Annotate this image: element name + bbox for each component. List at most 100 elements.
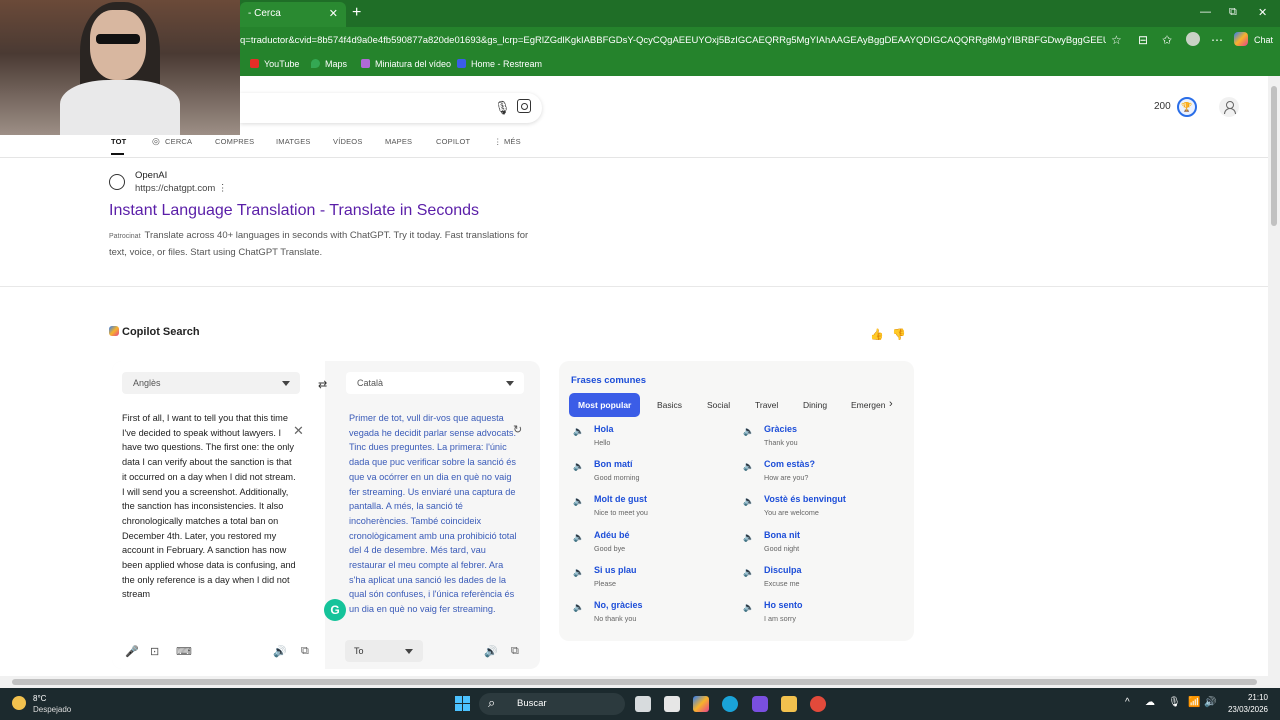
search-input[interactable]: 🎙 [240, 93, 542, 123]
speaker-icon[interactable]: 🔈 [573, 567, 584, 578]
tab-images[interactable]: IMATGES [276, 137, 311, 146]
ad-site-name: OpenAI [135, 170, 168, 181]
microphone-icon[interactable]: 🎤 [125, 645, 139, 658]
youtube-icon [250, 59, 259, 68]
url-field[interactable]: q=traductor&cvid=8b574f4d9a0e4fb590877a8… [240, 35, 1106, 46]
minimize-button[interactable]: — [1200, 6, 1211, 18]
speaker-icon[interactable]: 🔈 [743, 532, 754, 543]
camera-translate-icon[interactable]: ⊡ [150, 645, 159, 658]
category-dining[interactable]: Dining [803, 393, 827, 417]
tab-close-icon[interactable]: ✕ [329, 7, 338, 20]
tab-videos[interactable]: VÍDEOS [333, 137, 363, 146]
speaker-icon[interactable]: 🔈 [743, 461, 754, 472]
recording-app-icon[interactable] [810, 696, 826, 712]
bookmark-restream[interactable]: Home - Restream [457, 59, 542, 69]
copilot-icon[interactable] [1234, 32, 1248, 46]
keyboard-icon[interactable]: ⌨ [176, 645, 192, 658]
copilot-search-icon: ◎ [152, 136, 161, 146]
rewards-icon[interactable]: 🏆 [1177, 97, 1197, 117]
chevron-up-icon[interactable]: ^ [1125, 697, 1130, 708]
visual-search-icon[interactable] [517, 99, 531, 113]
scrollbar-thumb[interactable] [1271, 86, 1277, 226]
weather-moon-icon[interactable] [12, 696, 26, 710]
swap-languages-icon[interactable]: ⇄ [318, 378, 327, 391]
source-language-select[interactable]: Anglès [122, 372, 300, 394]
taskbar-search[interactable]: Buscar [479, 693, 625, 715]
copilot-app-icon[interactable] [693, 696, 709, 712]
speaker-icon[interactable]: 🔈 [573, 532, 584, 543]
tab-maps[interactable]: MAPES [385, 137, 412, 146]
microphone-icon[interactable]: 🎙 [494, 100, 511, 116]
source-speaker-icon[interactable]: 🔊 [273, 645, 287, 658]
ad-url[interactable]: https://chatgpt.com ⋮ [135, 183, 227, 194]
bookmark-thumbnail[interactable]: Miniatura del vídeo [361, 59, 451, 69]
source-text-input[interactable]: First of all, I want to tell you that th… [122, 411, 298, 602]
speaker-icon[interactable]: 🔈 [573, 461, 584, 472]
maximize-button[interactable]: ⧉ [1229, 6, 1237, 19]
app-triangle-icon[interactable] [752, 696, 768, 712]
horizontal-scrollbar[interactable] [0, 676, 1280, 688]
edge-browser-icon[interactable] [722, 696, 738, 712]
target-speaker-icon[interactable]: 🔊 [484, 645, 498, 658]
favorites-icon[interactable]: ✩ [1162, 33, 1172, 47]
profile-avatar[interactable] [1186, 32, 1200, 46]
grammarly-icon[interactable]: G [324, 599, 346, 621]
tab-all[interactable]: TOT [111, 137, 126, 155]
split-screen-icon[interactable]: ⊟ [1138, 33, 1148, 47]
tone-select[interactable]: To [345, 640, 423, 662]
browser-tab[interactable]: - Cerca ✕ [240, 2, 346, 27]
microphone-tray-icon[interactable]: 🎙 [1168, 697, 1181, 708]
speaker-icon[interactable]: 🔈 [743, 567, 754, 578]
weather-condition[interactable]: Despejado [33, 705, 71, 714]
chevron-right-icon[interactable]: › [889, 398, 893, 410]
thumbs-down-icon[interactable]: 👎 [892, 328, 906, 341]
category-travel[interactable]: Travel [755, 393, 778, 417]
webcam-person-glasses [96, 34, 140, 44]
close-window-button[interactable]: ✕ [1258, 6, 1267, 19]
source-copy-icon[interactable]: ⧉ [301, 645, 309, 658]
target-copy-icon[interactable]: ⧉ [511, 645, 519, 658]
speaker-icon[interactable]: 🔈 [573, 496, 584, 507]
chat-button-label[interactable]: Chat [1254, 35, 1273, 45]
speaker-icon[interactable]: 🔈 [573, 426, 584, 437]
task-view-icon[interactable] [635, 696, 651, 712]
ad-description-text: Translate across 40+ languages in second… [109, 230, 529, 258]
divider [0, 286, 1268, 287]
bookmark-maps[interactable]: Maps [311, 59, 347, 69]
ad-title-link[interactable]: Instant Language Translation - Translate… [109, 202, 479, 220]
tab-more[interactable]: ⋮ MÉS [494, 137, 521, 146]
speaker-icon[interactable]: 🔈 [743, 602, 754, 613]
windows-start-icon[interactable] [455, 696, 470, 711]
bookmark-youtube[interactable]: YouTube [250, 59, 299, 69]
tab-copilot[interactable]: COPILOT [436, 137, 470, 146]
category-emergency[interactable]: Emergen [851, 393, 885, 417]
file-explorer-icon[interactable] [781, 696, 797, 712]
taskbar-date[interactable]: 23/03/2026 [1208, 705, 1268, 714]
category-basics[interactable]: Basics [657, 393, 682, 417]
tab-shopping[interactable]: COMPRES [215, 137, 254, 146]
taskbar-time[interactable]: 21:10 [1228, 693, 1268, 702]
wifi-icon[interactable]: 📶 [1188, 697, 1200, 708]
cloud-icon[interactable]: ☁ [1145, 697, 1155, 708]
vertical-scrollbar[interactable] [1268, 76, 1280, 676]
speaker-icon[interactable]: 🔈 [743, 496, 754, 507]
speaker-icon[interactable]: 🔈 [743, 426, 754, 437]
more-menu-icon[interactable]: ⋯ [1211, 33, 1223, 47]
favorite-star-icon[interactable]: ☆ [1111, 33, 1122, 47]
new-tab-button[interactable]: + [352, 4, 361, 22]
clear-text-icon[interactable]: ✕ [293, 423, 304, 439]
scrollbar-thumb[interactable] [12, 679, 1257, 685]
category-most-popular[interactable]: Most popular [569, 393, 641, 417]
user-account-icon[interactable] [1219, 97, 1239, 117]
phrases-title: Frases comunes [571, 375, 646, 386]
speaker-icon[interactable]: 🔈 [573, 602, 584, 613]
maps-icon [311, 59, 320, 68]
refresh-icon[interactable]: ↻ [513, 423, 522, 436]
store-icon[interactable] [664, 696, 680, 712]
thumbs-up-icon[interactable]: 👍 [870, 328, 884, 341]
tab-search[interactable]: CERCA [165, 137, 192, 146]
weather-temperature[interactable]: 8°C [33, 694, 46, 703]
category-social[interactable]: Social [707, 393, 730, 417]
copilot-search-heading: Copilot Search [109, 326, 200, 338]
target-language-select[interactable]: Català [346, 372, 524, 394]
